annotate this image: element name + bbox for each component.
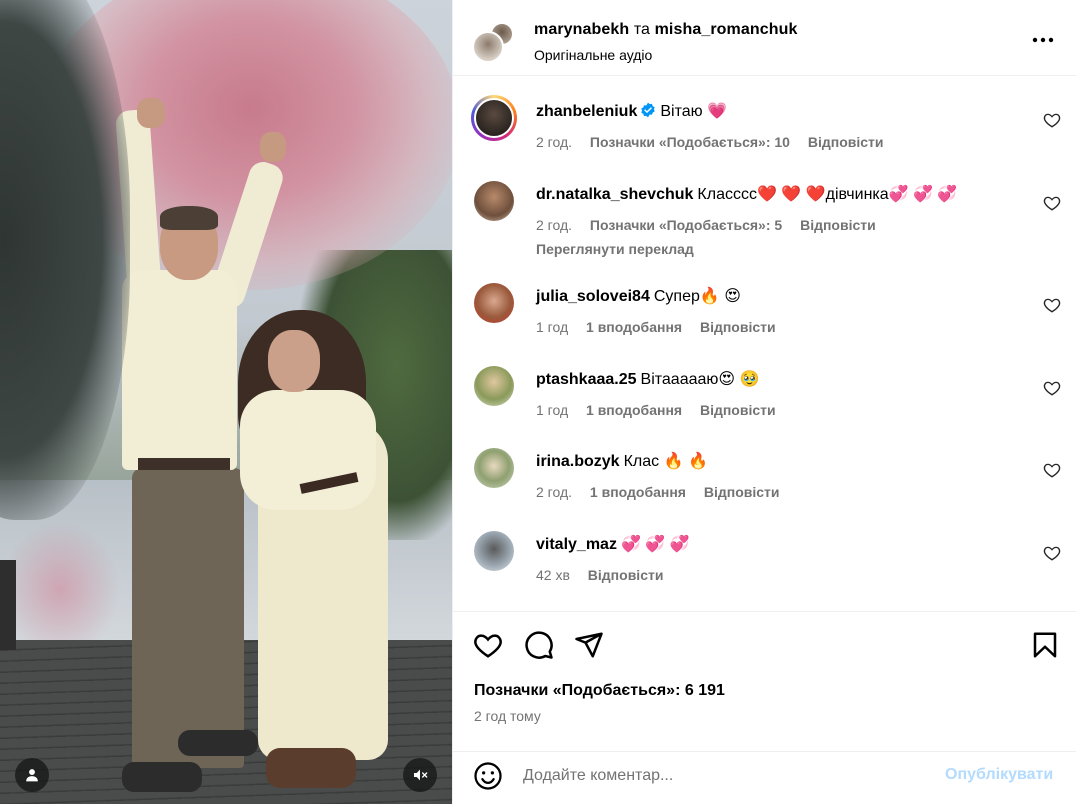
user-tag-icon[interactable] [15, 758, 49, 792]
verified-badge-icon [641, 102, 656, 118]
comment-text-line: zhanbeleniuk Вітаю 💗 [536, 101, 1026, 123]
avatar[interactable] [474, 366, 514, 406]
reply-button[interactable]: Відповісти [704, 484, 780, 500]
heart-icon[interactable] [1043, 461, 1061, 479]
reply-button[interactable]: Відповісти [700, 402, 776, 418]
comment-likes[interactable]: Позначки «Подобається»: 10 [590, 134, 790, 150]
post-authors: marynabekh та misha_romanchuk [534, 21, 798, 39]
comment-meta: 2 год. Позначки «Подобається»: 10 Відпов… [536, 134, 898, 150]
reply-button[interactable]: Відповісти [588, 567, 664, 583]
more-horizontal-icon [1032, 37, 1054, 43]
man-figure-shirt [122, 270, 237, 470]
reply-button[interactable]: Відповісти [800, 217, 876, 233]
comment-body: Вітаааааю😍 🥹 [640, 371, 760, 388]
man-figure-fist [137, 98, 165, 128]
comment-time[interactable]: 2 год. [536, 134, 572, 150]
heart-icon[interactable] [1043, 111, 1061, 129]
heart-icon[interactable] [1043, 296, 1061, 314]
emoji-icon[interactable] [473, 761, 503, 791]
see-translation-button[interactable]: Переглянути переклад [536, 241, 694, 257]
author-username[interactable]: marynabekh [534, 21, 629, 38]
post-header: marynabekh та misha_romanchuk Оригінальн… [453, 0, 1076, 76]
post-video[interactable] [0, 0, 452, 804]
comment-likes[interactable]: Позначки «Подобається»: 5 [590, 217, 782, 233]
bookmark-icon[interactable] [1030, 630, 1060, 660]
comment-username[interactable]: dr.natalka_shevchuk [536, 186, 693, 203]
comment-body: Клас 🔥 🔥 [623, 453, 708, 470]
send-icon[interactable] [574, 630, 604, 660]
muted-speaker-icon[interactable] [403, 758, 437, 792]
foreground-blur [0, 0, 130, 520]
comment-time[interactable]: 2 год. [536, 217, 572, 233]
man-figure-legs [132, 468, 244, 768]
likes-count[interactable]: Позначки «Подобається»: 6 191 [474, 682, 725, 700]
comment-text-line: vitaly_maz 💞 💞 💞 [536, 534, 1026, 556]
comment-composer: Опублікувати [453, 751, 1076, 804]
author-conjunction: та [633, 21, 651, 38]
comment-username[interactable]: vitaly_maz [536, 536, 617, 553]
man-figure-belt [138, 458, 230, 470]
publish-button[interactable]: Опублікувати [945, 766, 1053, 784]
comment-meta: 1 год 1 вподобання Відповісти [536, 319, 790, 335]
comment-input[interactable] [523, 762, 933, 790]
comment-body: 💞 💞 💞 [620, 536, 690, 553]
deck-post [0, 560, 16, 650]
comment-username[interactable]: irina.bozyk [536, 453, 620, 470]
comment-meta: 1 год 1 вподобання Відповісти [536, 402, 790, 418]
reply-button[interactable]: Відповісти [808, 134, 884, 150]
comment-meta: 2 год. Позначки «Подобається»: 5 Відпові… [536, 217, 890, 233]
comment-username[interactable]: ptashkaaa.25 [536, 371, 637, 388]
comment-text-line: julia_solovei84 Супер🔥 😍 [536, 286, 1026, 308]
post-actions: Позначки «Подобається»: 6 191 2 год тому [453, 611, 1076, 751]
heart-icon[interactable] [473, 630, 503, 660]
post-side-panel: marynabekh та misha_romanchuk Оригінальн… [452, 0, 1076, 804]
comment-likes[interactable]: 1 вподобання [586, 319, 682, 335]
woman-figure-face [268, 330, 320, 392]
comment-icon[interactable] [524, 630, 554, 660]
comment-time[interactable]: 42 хв [536, 567, 570, 583]
avatar[interactable] [474, 181, 514, 221]
comment-body: Супер🔥 😍 [653, 288, 741, 305]
woman-figure-boots [266, 748, 356, 788]
comment-body: Класссс❤️ ❤️ ❤️дівчинка💞 💞 💞 [697, 186, 958, 203]
comment-text-line: dr.natalka_shevchuk Класссс❤️ ❤️ ❤️дівчин… [536, 184, 1026, 206]
avatar[interactable] [474, 283, 514, 323]
comment-likes[interactable]: 1 вподобання [590, 484, 686, 500]
avatar[interactable] [471, 95, 517, 141]
post-timestamp[interactable]: 2 год тому [474, 708, 541, 724]
comment-time[interactable]: 2 год. [536, 484, 572, 500]
comment-meta: 42 хв Відповісти [536, 567, 677, 583]
comment-meta: 2 год. 1 вподобання Відповісти [536, 484, 794, 500]
audio-label[interactable]: Оригінальне аудіо [534, 47, 652, 63]
avatar[interactable] [474, 531, 514, 571]
man-figure-fist [260, 132, 286, 162]
man-figure-shoe [178, 730, 258, 756]
heart-icon[interactable] [1043, 194, 1061, 212]
comment-text-line: ptashkaaa.25 Вітаааааю😍 🥹 [536, 369, 1026, 391]
comment-text-line: irina.bozyk Клас 🔥 🔥 [536, 451, 1026, 473]
avatar[interactable] [474, 448, 514, 488]
comment-username[interactable]: zhanbeleniuk [536, 103, 637, 120]
comment-time[interactable]: 1 год [536, 402, 568, 418]
more-options-button[interactable] [1029, 30, 1057, 50]
heart-icon[interactable] [1043, 544, 1061, 562]
man-figure-hair [160, 206, 218, 230]
man-figure-shoe [122, 762, 202, 792]
avatar[interactable] [472, 31, 504, 63]
comment-likes[interactable]: 1 вподобання [586, 402, 682, 418]
author-username[interactable]: misha_romanchuk [655, 21, 798, 38]
heart-icon[interactable] [1043, 379, 1061, 397]
comment-time[interactable]: 1 год [536, 319, 568, 335]
comment-body: Вітаю 💗 [660, 103, 727, 120]
pink-smoke-lower [0, 520, 120, 660]
comment-username[interactable]: julia_solovei84 [536, 288, 650, 305]
reply-button[interactable]: Відповісти [700, 319, 776, 335]
comments-list[interactable]: zhanbeleniuk Вітаю 💗 2 год. Позначки «Под… [453, 77, 1076, 611]
